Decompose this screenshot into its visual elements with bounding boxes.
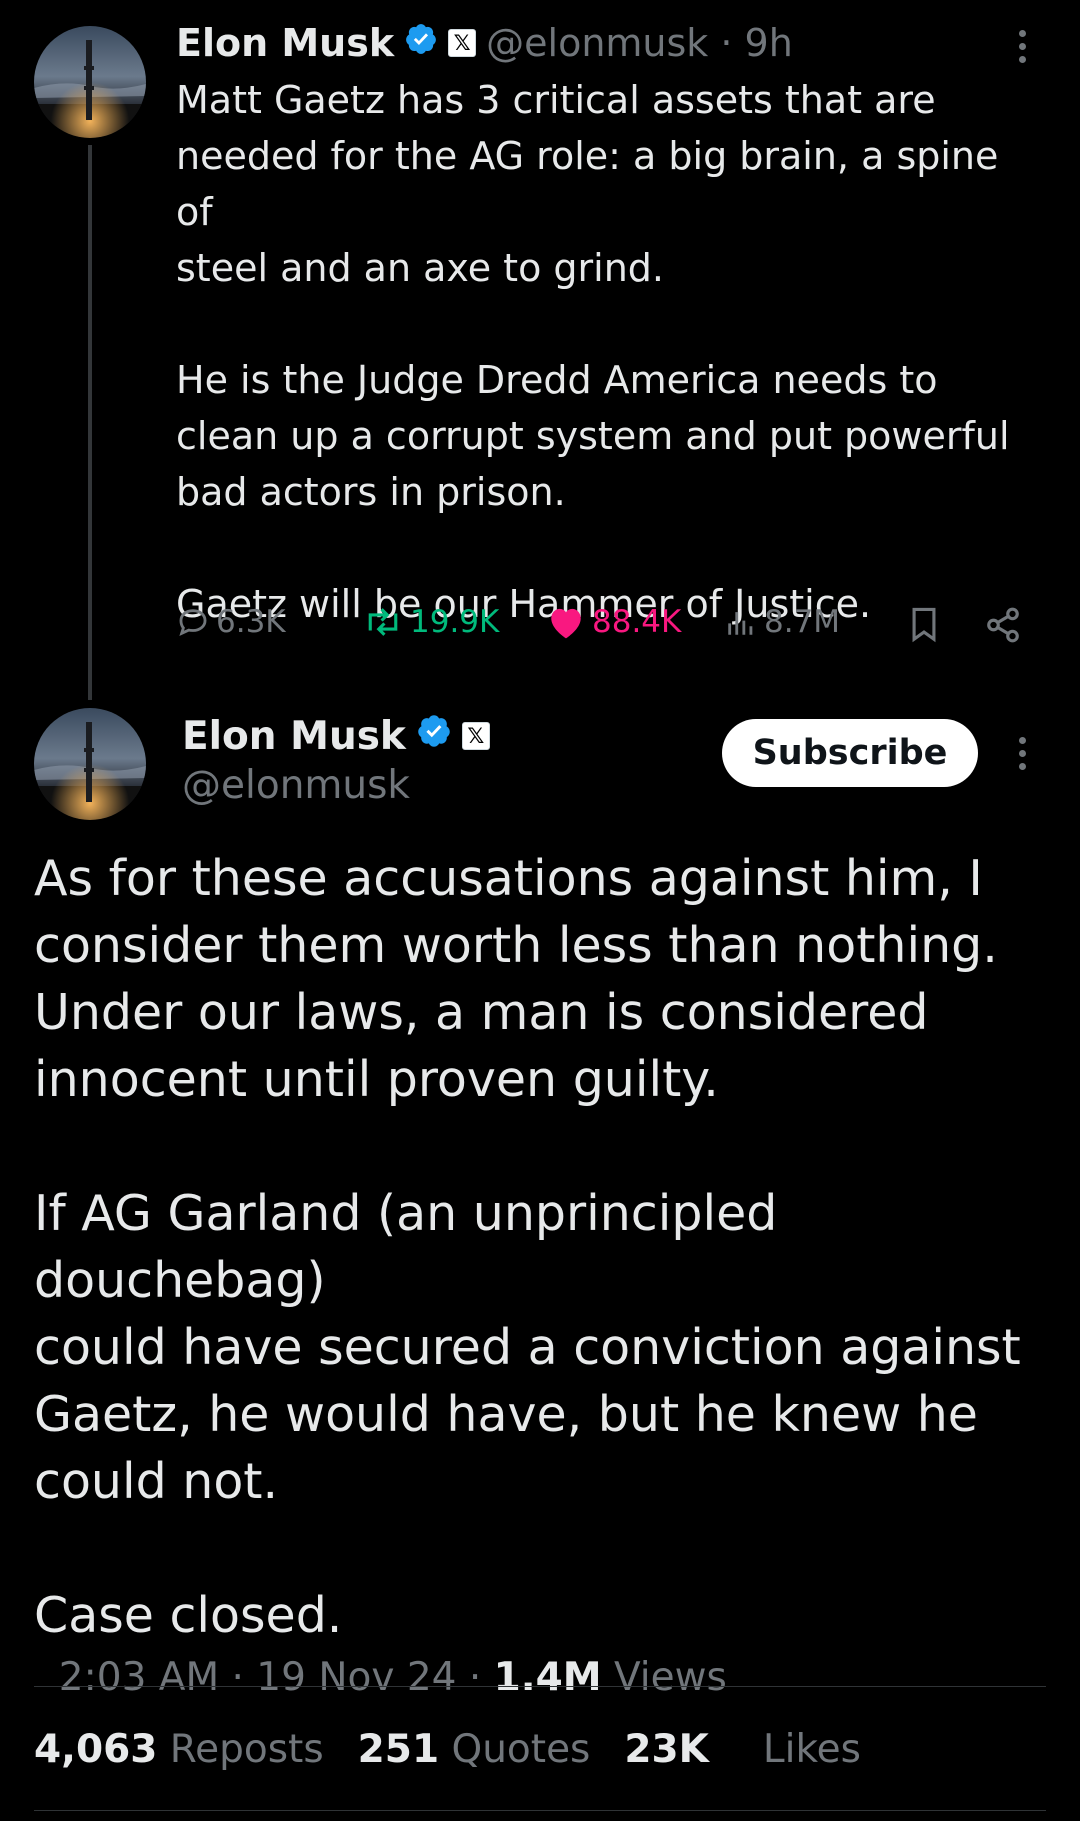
handle-time[interactable]: @elonmusk · 9h — [486, 21, 793, 65]
avatar[interactable] — [34, 708, 146, 820]
author-name[interactable]: Elon Musk — [176, 21, 394, 65]
likes-stat[interactable]: 23K Likes — [624, 1724, 861, 1776]
bookmark-icon[interactable] — [907, 606, 941, 648]
engagement-stats: 4,063 Reposts 251 Quotes 23K Likes — [34, 1724, 861, 1776]
tweet-header: Elon Musk 𝕏 — [182, 710, 490, 762]
views-label-text: Views — [613, 1655, 727, 1700]
avatar[interactable] — [34, 26, 146, 138]
reply-button[interactable]: 6.3K — [176, 604, 286, 640]
author-name[interactable]: Elon Musk — [182, 714, 406, 759]
quotes-stat[interactable]: 251 Quotes — [358, 1724, 591, 1776]
tweet-text: As for these accusations against him, I … — [34, 850, 1021, 1644]
tweet-meta: 2:03 AM · 19 Nov 24 · 1.4M Views — [34, 1600, 727, 1704]
x-affiliation-icon[interactable]: 𝕏 — [448, 29, 477, 57]
more-options-icon[interactable] — [1019, 737, 1027, 776]
views-button[interactable]: 8.7M — [724, 604, 840, 640]
more-options-icon[interactable] — [1019, 30, 1027, 69]
views-count: 8.7M — [764, 604, 841, 640]
like-button[interactable]: 88.4K — [546, 604, 681, 640]
repost-count: 19.9K — [410, 604, 500, 640]
repost-icon — [368, 608, 398, 636]
views-label — [602, 1655, 614, 1700]
timestamp[interactable]: 2:03 AM · 19 Nov 24 · — [59, 1655, 494, 1700]
divider — [34, 1810, 1046, 1811]
reply-count: 6.3K — [216, 604, 286, 640]
divider — [34, 1686, 1046, 1687]
handle[interactable]: @elonmusk — [182, 760, 410, 812]
thread-connector-line — [88, 145, 92, 700]
repost-button[interactable]: 19.9K — [362, 604, 499, 640]
share-icon[interactable] — [984, 606, 1022, 648]
verified-badge-icon[interactable] — [404, 21, 438, 65]
verified-badge-icon[interactable] — [416, 713, 452, 759]
subscribe-button[interactable]: Subscribe — [722, 719, 978, 787]
tweet-header: Elon Musk 𝕏 @elonmusk · 9h — [176, 18, 793, 68]
like-icon — [551, 608, 581, 639]
reply-icon — [179, 609, 207, 636]
views-count: 1.4M — [493, 1655, 602, 1700]
reposts-stat[interactable]: 4,063 Reposts — [34, 1724, 324, 1776]
views-icon — [728, 612, 753, 635]
x-affiliation-icon[interactable]: 𝕏 — [461, 722, 490, 750]
tweet-text: Matt Gaetz has 3 critical assets that ar… — [176, 78, 1010, 626]
like-count: 88.4K — [592, 604, 682, 640]
